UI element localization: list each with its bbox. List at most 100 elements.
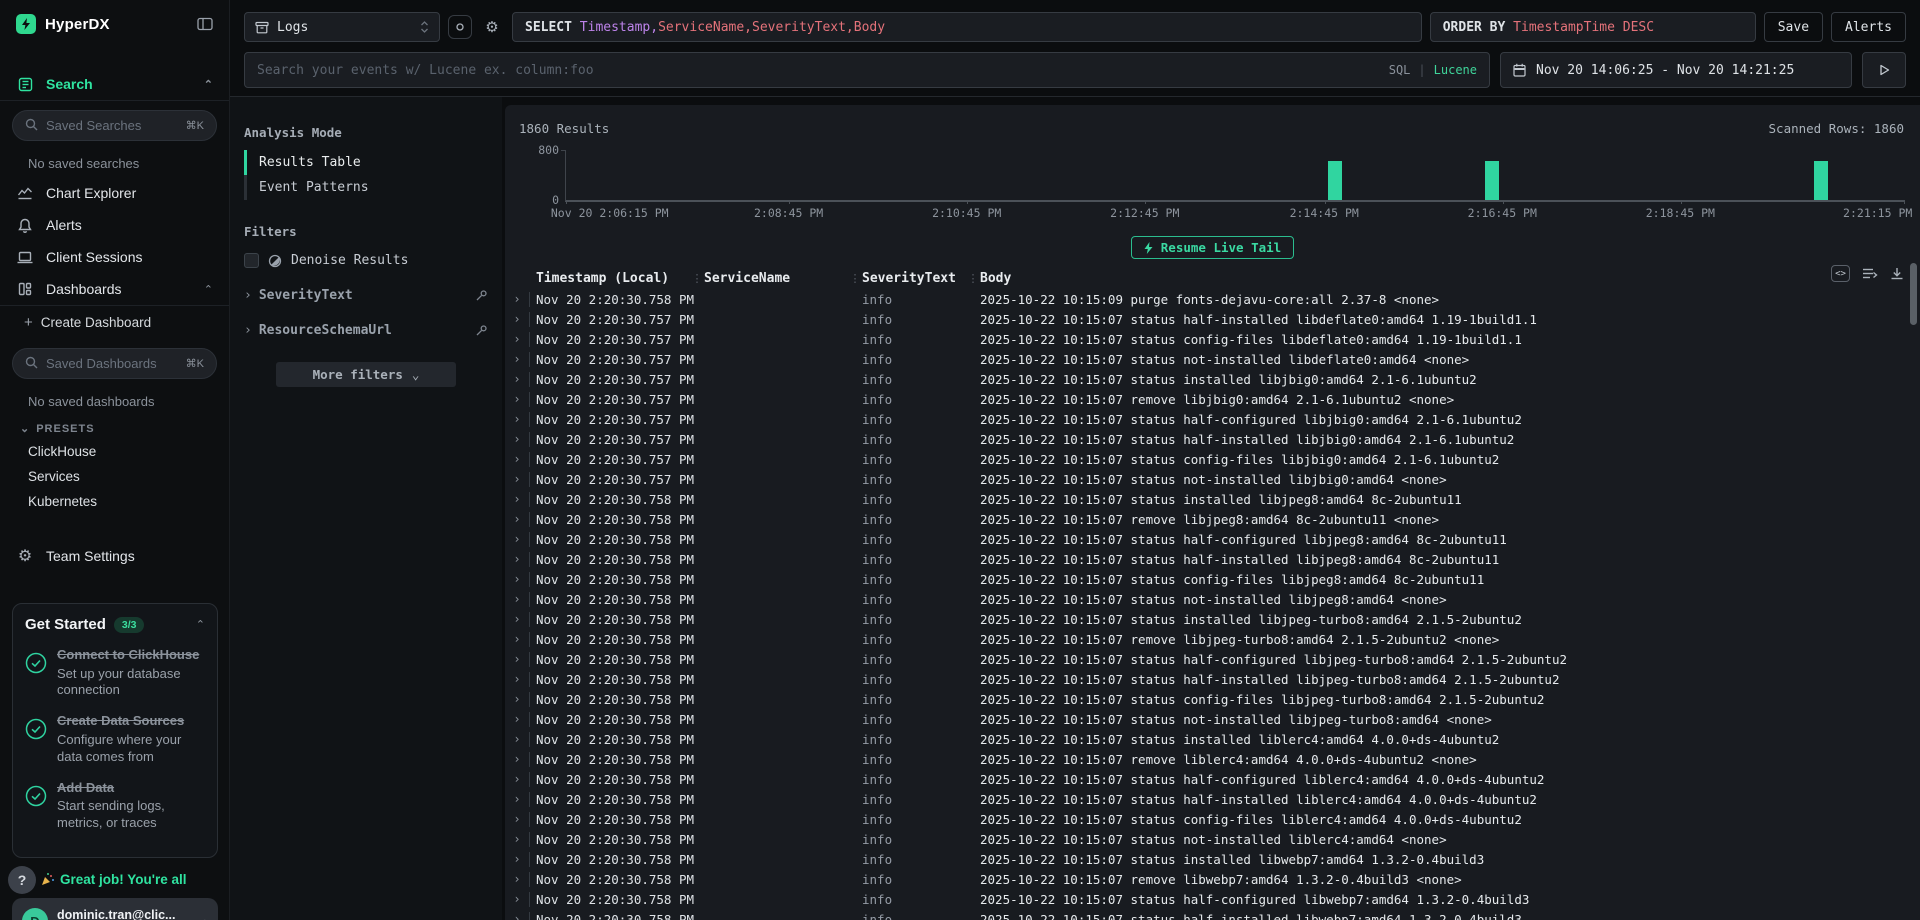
chevron-up-icon[interactable]: ⌃ [204, 78, 213, 91]
expand-row-icon[interactable]: › [505, 453, 529, 465]
table-row[interactable]: › Nov 20 2:20:30.758 PM info 2025-10-22 … [505, 909, 1920, 920]
denoise-checkbox[interactable] [244, 253, 259, 268]
settings-gear-icon[interactable]: ⚙ [480, 15, 504, 39]
get-started-item[interactable]: Create Data Sources Configure where your… [25, 712, 205, 765]
chevron-right-icon[interactable]: › [244, 288, 252, 303]
run-query-button[interactable] [1862, 52, 1906, 88]
table-row[interactable]: › Nov 20 2:20:30.758 PM info 2025-10-22 … [505, 649, 1920, 669]
table-row[interactable]: › Nov 20 2:20:30.758 PM info 2025-10-22 … [505, 689, 1920, 709]
expand-row-icon[interactable]: › [505, 773, 529, 785]
column-resize-handle[interactable]: ⋮ [966, 272, 980, 285]
table-row[interactable]: › Nov 20 2:20:30.758 PM info 2025-10-22 … [505, 829, 1920, 849]
expand-row-icon[interactable]: › [505, 913, 529, 920]
chevron-up-icon[interactable]: ⌃ [196, 618, 205, 631]
source-edit-icon[interactable] [448, 15, 472, 39]
scrollbar-thumb[interactable] [1910, 263, 1917, 325]
table-row[interactable]: › Nov 20 2:20:30.758 PM info 2025-10-22 … [505, 789, 1920, 809]
denoise-results-row[interactable]: Denoise Results [244, 253, 488, 268]
source-selector[interactable]: Logs [244, 12, 440, 42]
code-view-icon[interactable]: <> [1831, 265, 1850, 282]
create-dashboard-button[interactable]: + Create Dashboard [0, 306, 229, 339]
pin-icon[interactable] [475, 324, 488, 337]
more-filters-button[interactable]: More filters ⌄ [276, 362, 456, 387]
preset-item[interactable]: Services [0, 464, 229, 489]
sidebar-item-dashboards[interactable]: Dashboards ⌃ [0, 273, 229, 305]
expand-row-icon[interactable]: › [505, 853, 529, 865]
table-row[interactable]: › Nov 20 2:20:30.757 PM info 2025-10-22 … [505, 389, 1920, 409]
expand-row-icon[interactable]: › [505, 573, 529, 585]
lucene-toggle[interactable]: Lucene [1434, 63, 1477, 77]
chevron-right-icon[interactable]: › [244, 323, 252, 338]
filter-group[interactable]: › ResourceSchemaUrl [244, 323, 488, 338]
user-menu[interactable]: D dominic.tran@clic... dominic.tran@clic… [12, 898, 218, 920]
table-row[interactable]: › Nov 20 2:20:30.758 PM info 2025-10-22 … [505, 749, 1920, 769]
pin-icon[interactable] [475, 289, 488, 302]
event-search-input[interactable]: Search your events w/ Lucene ex. column:… [244, 52, 1490, 88]
results-histogram[interactable]: 800 0 Nov 20 2:06:15 PM2:08:45 PM2:10:45… [519, 146, 1906, 218]
chevron-up-icon[interactable]: ⌃ [204, 283, 213, 296]
table-row[interactable]: › Nov 20 2:20:30.758 PM info 2025-10-22 … [505, 569, 1920, 589]
alerts-button[interactable]: Alerts [1831, 12, 1906, 42]
order-by-input[interactable]: ORDER BY TimestampTime DESC [1430, 12, 1756, 42]
table-row[interactable]: › Nov 20 2:20:30.758 PM info 2025-10-22 … [505, 289, 1920, 309]
preset-item[interactable]: Kubernetes [0, 489, 229, 514]
expand-row-icon[interactable]: › [505, 333, 529, 345]
expand-row-icon[interactable]: › [505, 533, 529, 545]
mode-results-table[interactable]: Results Table [244, 150, 488, 175]
get-started-item[interactable]: Add Data Start sending logs, metrics, or… [25, 779, 205, 832]
column-list-icon[interactable] [1862, 267, 1878, 280]
expand-row-icon[interactable]: › [505, 393, 529, 405]
histogram-bar[interactable] [1485, 161, 1499, 200]
expand-row-icon[interactable]: › [505, 613, 529, 625]
table-row[interactable]: › Nov 20 2:20:30.758 PM info 2025-10-22 … [505, 729, 1920, 749]
select-columns-input[interactable]: SELECT Timestamp,ServiceName,SeverityTex… [512, 12, 1422, 42]
expand-row-icon[interactable]: › [505, 693, 529, 705]
table-row[interactable]: › Nov 20 2:20:30.758 PM info 2025-10-22 … [505, 769, 1920, 789]
save-button[interactable]: Save [1764, 12, 1823, 42]
histogram-bar[interactable] [1814, 161, 1828, 200]
expand-row-icon[interactable]: › [505, 433, 529, 445]
table-row[interactable]: › Nov 20 2:20:30.757 PM info 2025-10-22 … [505, 309, 1920, 329]
expand-row-icon[interactable]: › [505, 733, 529, 745]
presets-section-toggle[interactable]: ⌄ PRESETS [0, 415, 229, 439]
expand-row-icon[interactable]: › [505, 373, 529, 385]
expand-row-icon[interactable]: › [505, 413, 529, 425]
table-row[interactable]: › Nov 20 2:20:30.758 PM info 2025-10-22 … [505, 509, 1920, 529]
table-row[interactable]: › Nov 20 2:20:30.758 PM info 2025-10-22 … [505, 609, 1920, 629]
preset-item[interactable]: ClickHouse [0, 439, 229, 464]
column-resize-handle[interactable]: ⋮ [690, 272, 704, 285]
expand-row-icon[interactable]: › [505, 673, 529, 685]
expand-row-icon[interactable]: › [505, 893, 529, 905]
col-timestamp[interactable]: Timestamp (Local) [529, 271, 690, 286]
table-row[interactable]: › Nov 20 2:20:30.758 PM info 2025-10-22 … [505, 709, 1920, 729]
table-row[interactable]: › Nov 20 2:20:30.758 PM info 2025-10-22 … [505, 489, 1920, 509]
table-row[interactable]: › Nov 20 2:20:30.758 PM info 2025-10-22 … [505, 849, 1920, 869]
histogram-bar[interactable] [1328, 161, 1342, 200]
sidebar-item-chart-explorer[interactable]: Chart Explorer [0, 177, 229, 209]
col-servicename[interactable]: ServiceName [704, 271, 848, 286]
expand-row-icon[interactable]: › [505, 593, 529, 605]
expand-row-icon[interactable]: › [505, 793, 529, 805]
table-row[interactable]: › Nov 20 2:20:30.758 PM info 2025-10-22 … [505, 589, 1920, 609]
sidebar-item-team-settings[interactable]: ⚙ Team Settings [0, 538, 229, 574]
table-row[interactable]: › Nov 20 2:20:30.758 PM info 2025-10-22 … [505, 529, 1920, 549]
table-row[interactable]: › Nov 20 2:20:30.758 PM info 2025-10-22 … [505, 809, 1920, 829]
time-range-picker[interactable]: Nov 20 14:06:25 - Nov 20 14:21:25 [1500, 52, 1852, 88]
expand-row-icon[interactable]: › [505, 293, 529, 305]
saved-dashboards-input[interactable]: Saved Dashboards ⌘K [12, 348, 217, 379]
col-body[interactable]: Body [980, 271, 1920, 286]
table-row[interactable]: › Nov 20 2:20:30.757 PM info 2025-10-22 … [505, 349, 1920, 369]
expand-row-icon[interactable]: › [505, 713, 529, 725]
saved-searches-input[interactable]: Saved Searches ⌘K [12, 110, 217, 141]
sidebar-item-search[interactable]: Search ⌃ [0, 68, 229, 100]
expand-row-icon[interactable]: › [505, 753, 529, 765]
expand-row-icon[interactable]: › [505, 353, 529, 365]
resume-live-tail-button[interactable]: Resume Live Tail [1131, 236, 1294, 259]
table-row[interactable]: › Nov 20 2:20:30.758 PM info 2025-10-22 … [505, 549, 1920, 569]
expand-row-icon[interactable]: › [505, 553, 529, 565]
table-row[interactable]: › Nov 20 2:20:30.757 PM info 2025-10-22 … [505, 369, 1920, 389]
table-row[interactable]: › Nov 20 2:20:30.758 PM info 2025-10-22 … [505, 869, 1920, 889]
table-row[interactable]: › Nov 20 2:20:30.757 PM info 2025-10-22 … [505, 469, 1920, 489]
table-row[interactable]: › Nov 20 2:20:30.758 PM info 2025-10-22 … [505, 629, 1920, 649]
expand-row-icon[interactable]: › [505, 513, 529, 525]
